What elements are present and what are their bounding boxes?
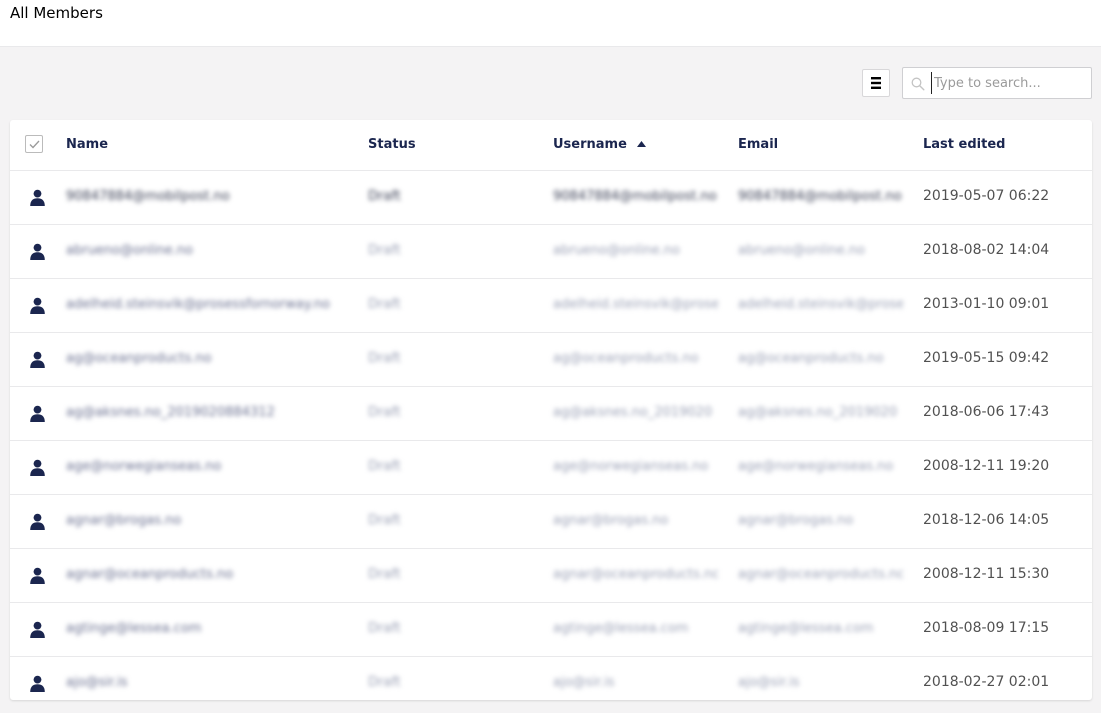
user-icon — [30, 675, 45, 692]
user-icon — [30, 189, 45, 206]
member-email: agnar@oceanproducts.no — [738, 567, 903, 582]
user-icon — [30, 567, 45, 584]
member-name[interactable]: ag@aksnes.no_2019020884312 — [66, 405, 336, 420]
member-status: Draft — [368, 621, 401, 636]
member-last-edited: 2013-01-10 09:01 — [923, 296, 1050, 312]
column-header-last-edited[interactable]: Last edited — [923, 137, 1005, 152]
member-last-edited: 2019-05-15 09:42 — [923, 350, 1050, 366]
members-table: Name Status Username Email Last edited 9… — [10, 120, 1092, 700]
member-status: Draft — [368, 297, 401, 312]
select-all-checkbox[interactable] — [25, 135, 43, 153]
check-icon — [29, 140, 39, 148]
layout-toggle-button[interactable] — [862, 69, 890, 97]
member-email: ag@aksnes.no_2019020 — [738, 405, 898, 420]
member-username: agtinge@lessea.com — [553, 621, 689, 636]
user-icon — [30, 621, 45, 638]
member-email: ag@oceanproducts.no — [738, 351, 884, 366]
list-layout-icon — [871, 77, 881, 89]
column-header-username-label: Username — [553, 137, 627, 152]
column-header-email[interactable]: Email — [738, 137, 778, 152]
member-last-edited: 2019-05-07 06:22 — [923, 188, 1050, 204]
member-email: 90847884@mobilpost.no — [738, 189, 902, 204]
member-name[interactable]: abrueno@online.no — [66, 243, 336, 258]
user-icon — [30, 459, 45, 476]
member-last-edited: 2018-06-06 17:43 — [923, 404, 1050, 420]
table-row[interactable]: abrueno@online.no Draft abrueno@online.n… — [10, 225, 1092, 279]
user-icon — [30, 243, 45, 260]
sort-ascending-icon — [637, 141, 647, 147]
user-icon — [30, 405, 45, 422]
member-name[interactable]: 90847884@mobilpost.no — [66, 189, 336, 204]
user-icon — [30, 297, 45, 314]
user-icon — [30, 513, 45, 530]
member-username: adelheid.steinsvik@prose — [553, 297, 718, 312]
table-body: 90847884@mobilpost.no Draft 90847884@mob… — [10, 171, 1092, 700]
member-email: ajo@sir.is — [738, 675, 800, 690]
user-icon — [30, 351, 45, 368]
member-status: Draft — [368, 459, 401, 474]
member-status: Draft — [368, 675, 401, 690]
member-username: abrueno@online.no — [553, 243, 680, 258]
member-username: ajo@sir.is — [553, 675, 615, 690]
table-row[interactable]: ag@aksnes.no_2019020884312 Draft ag@aksn… — [10, 387, 1092, 441]
member-name[interactable]: agnar@brogas.no — [66, 513, 336, 528]
member-status: Draft — [368, 189, 401, 204]
member-last-edited: 2018-08-09 17:15 — [923, 620, 1050, 636]
search-box[interactable] — [902, 67, 1092, 99]
member-last-edited: 2018-12-06 14:05 — [923, 512, 1050, 528]
page-title: All Members — [10, 4, 103, 22]
member-status: Draft — [368, 405, 401, 420]
column-header-name[interactable]: Name — [66, 137, 108, 152]
member-name[interactable]: agtinge@lessea.com — [66, 621, 336, 636]
member-name[interactable]: adelheid.steinsvik@prosessfornorway.no — [66, 297, 336, 312]
column-header-status[interactable]: Status — [368, 137, 416, 152]
member-status: Draft — [368, 351, 401, 366]
member-email: abrueno@online.no — [738, 243, 865, 258]
member-status: Draft — [368, 567, 401, 582]
member-email: agtinge@lessea.com — [738, 621, 874, 636]
member-username: agnar@oceanproducts.no — [553, 567, 718, 582]
search-icon — [911, 77, 925, 91]
member-username: ag@aksnes.no_2019020 — [553, 405, 713, 420]
table-row[interactable]: ag@oceanproducts.no Draft ag@oceanproduc… — [10, 333, 1092, 387]
member-last-edited: 2018-08-02 14:04 — [923, 242, 1050, 258]
member-username: ag@oceanproducts.no — [553, 351, 699, 366]
column-header-username[interactable]: Username — [553, 137, 647, 152]
member-name[interactable]: agnar@oceanproducts.no — [66, 567, 336, 582]
member-email: agnar@brogas.no — [738, 513, 854, 528]
table-row[interactable]: 90847884@mobilpost.no Draft 90847884@mob… — [10, 171, 1092, 225]
page-header: All Members — [0, 0, 1101, 47]
member-username: agnar@brogas.no — [553, 513, 669, 528]
search-input[interactable] — [931, 72, 1092, 94]
member-name[interactable]: ag@oceanproducts.no — [66, 351, 336, 366]
member-username: 90847884@mobilpost.no — [553, 189, 717, 204]
table-row[interactable]: adelheid.steinsvik@prosessfornorway.no D… — [10, 279, 1092, 333]
member-email: adelheid.steinsvik@prose — [738, 297, 903, 312]
member-last-edited: 2008-12-11 15:30 — [923, 566, 1050, 582]
member-email: age@norwegianseas.no — [738, 459, 894, 474]
toolbar — [0, 67, 1101, 101]
table-row[interactable]: age@norwegianseas.no Draft age@norwegian… — [10, 441, 1092, 495]
member-name[interactable]: age@norwegianseas.no — [66, 459, 336, 474]
member-name[interactable]: ajo@sir.is — [66, 675, 336, 690]
table-row[interactable]: agtinge@lessea.com Draft agtinge@lessea.… — [10, 603, 1092, 657]
member-last-edited: 2008-12-11 19:20 — [923, 458, 1050, 474]
member-username: age@norwegianseas.no — [553, 459, 709, 474]
member-status: Draft — [368, 513, 401, 528]
member-last-edited: 2018-02-27 02:01 — [923, 674, 1050, 690]
table-row[interactable]: agnar@brogas.no Draft agnar@brogas.no ag… — [10, 495, 1092, 549]
table-header: Name Status Username Email Last edited — [10, 120, 1092, 171]
table-row[interactable]: ajo@sir.is Draft ajo@sir.is ajo@sir.is 2… — [10, 657, 1092, 700]
member-status: Draft — [368, 243, 401, 258]
table-row[interactable]: agnar@oceanproducts.no Draft agnar@ocean… — [10, 549, 1092, 603]
